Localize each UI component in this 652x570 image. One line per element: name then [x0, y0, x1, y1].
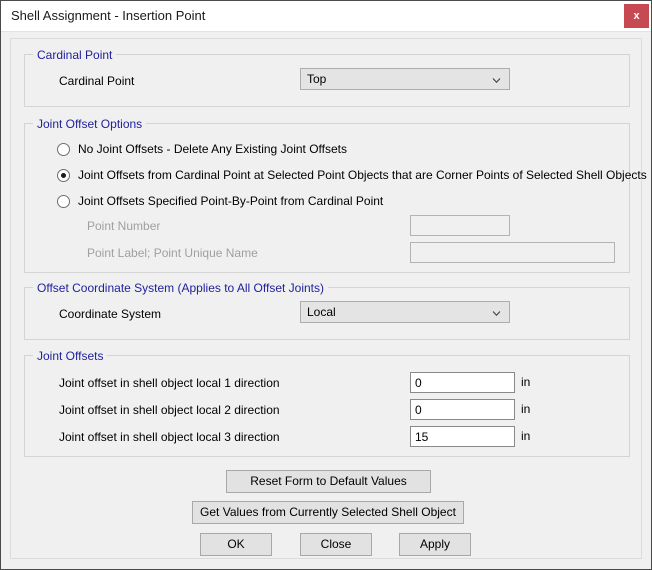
joint-offset-local-3-label: Joint offset in shell object local 3 dir…	[59, 430, 280, 444]
radio-no-joint-offsets-label: No Joint Offsets - Delete Any Existing J…	[78, 142, 348, 156]
group-offset-coordinate-system: Offset Coordinate System (Applies to All…	[24, 281, 630, 340]
joint-offset-local-1-unit: in	[521, 375, 531, 389]
cardinal-point-value: Top	[307, 72, 327, 86]
ok-button[interactable]: OK	[200, 533, 272, 556]
coordinate-system-label: Coordinate System	[59, 307, 162, 321]
chevron-down-icon	[492, 309, 501, 318]
cardinal-point-label: Cardinal Point	[59, 74, 135, 88]
radio-icon	[57, 143, 70, 156]
coordinate-system-value: Local	[307, 305, 336, 319]
radio-offsets-point-by-point-label: Joint Offsets Specified Point-By-Point f…	[78, 194, 384, 208]
coordinate-system-select[interactable]: Local	[300, 301, 510, 323]
point-number-input[interactable]	[410, 215, 510, 236]
joint-offset-local-2-label: Joint offset in shell object local 2 dir…	[59, 403, 280, 417]
radio-offsets-from-cardinal-point-label: Joint Offsets from Cardinal Point at Sel…	[78, 168, 647, 182]
form-panel: Cardinal Point Cardinal Point Top Joint …	[10, 38, 647, 559]
group-joint-offsets-title: Joint Offsets	[33, 349, 108, 363]
dialog-content: Cardinal Point Cardinal Point Top Joint …	[1, 32, 651, 569]
joint-offset-local-3-input[interactable]: 15	[410, 426, 515, 447]
group-cardinal-point: Cardinal Point Cardinal Point Top	[24, 48, 630, 107]
joint-offset-local-2-value: 0	[415, 403, 422, 417]
group-joint-offsets: Joint Offsets Joint offset in shell obje…	[24, 349, 630, 457]
group-offset-coordinate-system-title: Offset Coordinate System (Applies to All…	[33, 281, 329, 295]
point-label-label: Point Label; Point Unique Name	[87, 246, 258, 260]
reset-form-button[interactable]: Reset Form to Default Values	[226, 470, 431, 493]
radio-icon	[57, 169, 70, 182]
close-button[interactable]: Close	[300, 533, 372, 556]
close-icon[interactable]: x	[624, 4, 649, 28]
joint-offset-local-3-value: 15	[415, 430, 429, 444]
chevron-down-icon	[492, 76, 501, 85]
apply-button[interactable]: Apply	[399, 533, 471, 556]
group-joint-offset-options-title: Joint Offset Options	[33, 117, 147, 131]
window-title: Shell Assignment - Insertion Point	[11, 8, 206, 23]
joint-offset-local-2-unit: in	[521, 402, 531, 416]
joint-offset-local-1-value: 0	[415, 376, 422, 390]
joint-offset-local-1-label: Joint offset in shell object local 1 dir…	[59, 376, 280, 390]
point-number-label: Point Number	[87, 219, 161, 233]
title-bar: Shell Assignment - Insertion Point x	[1, 1, 651, 32]
cardinal-point-select[interactable]: Top	[300, 68, 510, 90]
joint-offset-local-2-input[interactable]: 0	[410, 399, 515, 420]
point-label-input[interactable]	[410, 242, 615, 263]
joint-offset-local-1-input[interactable]: 0	[410, 372, 515, 393]
get-values-button[interactable]: Get Values from Currently Selected Shell…	[192, 501, 464, 524]
radio-icon	[57, 195, 70, 208]
dialog-window: Shell Assignment - Insertion Point x Car…	[0, 0, 652, 570]
group-cardinal-point-title: Cardinal Point	[33, 48, 117, 62]
joint-offset-local-3-unit: in	[521, 429, 531, 443]
group-joint-offset-options: Joint Offset Options No Joint Offsets - …	[24, 117, 647, 273]
